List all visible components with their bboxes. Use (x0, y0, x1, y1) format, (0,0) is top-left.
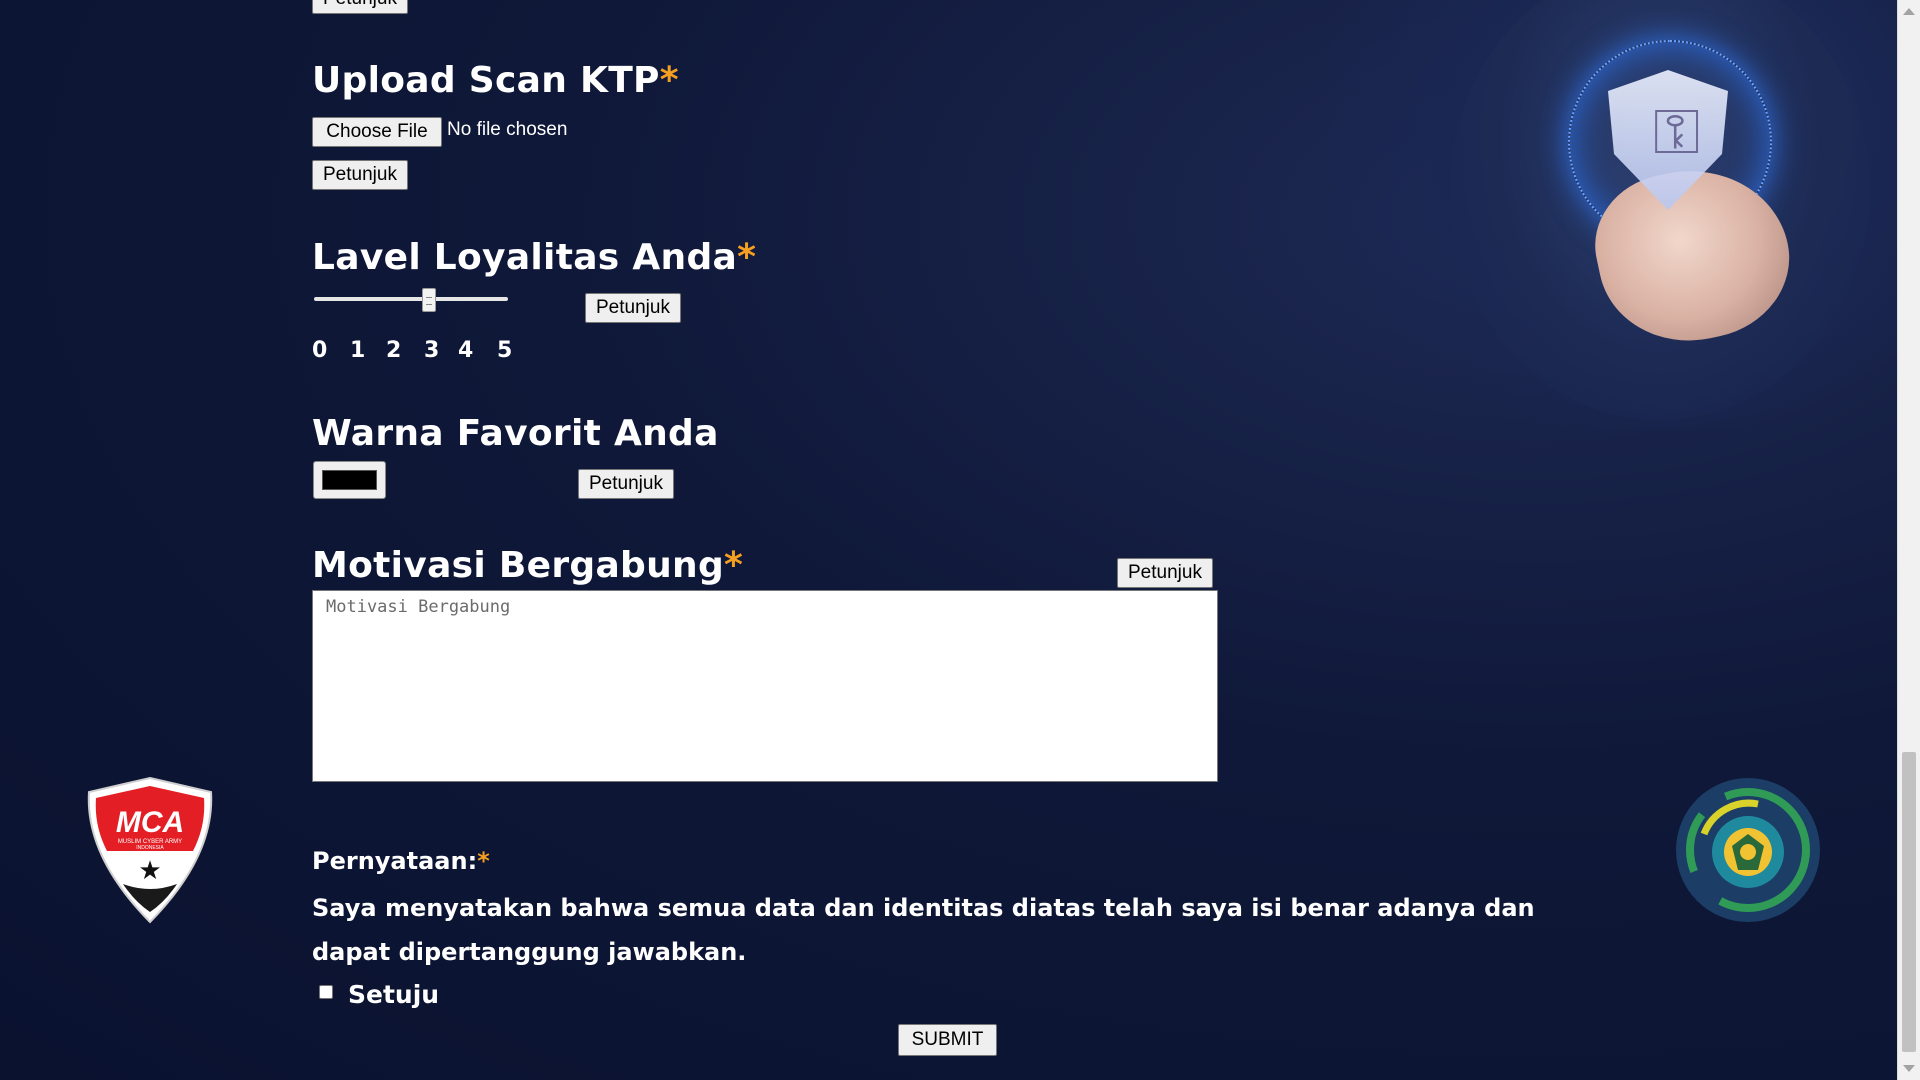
agree-label[interactable]: Setuju (348, 980, 439, 1009)
loyalty-slider[interactable] (314, 288, 508, 312)
required-mark: * (477, 847, 490, 875)
agree-checkbox[interactable] (319, 985, 333, 999)
mca-logo-text: MCA (116, 806, 184, 839)
required-mark: * (659, 60, 679, 101)
required-mark: * (737, 237, 757, 278)
color-swatch (322, 470, 377, 490)
submit-button[interactable]: SUBMIT (898, 1024, 997, 1056)
form-page: Petunjuk Upload Scan KTP* Choose File No… (0, 0, 1920, 1080)
slider-thumb[interactable] (422, 288, 436, 312)
svg-text:★: ★ (138, 856, 161, 886)
required-mark: * (724, 545, 744, 586)
motivation-textarea[interactable] (312, 590, 1218, 782)
mca-logo-subtext2: INDONESIA (136, 845, 164, 851)
loyalty-hint-button[interactable]: Petunjuk (585, 293, 681, 323)
slider-track (314, 297, 508, 301)
statement-text: Saya menyatakan bahwa semua data dan ide… (312, 894, 1535, 966)
scroll-up-arrow-icon[interactable] (1903, 8, 1915, 15)
tick-label: 5 (497, 338, 513, 363)
ktp-title: Upload Scan KTP* (312, 60, 679, 101)
tick-label: 4 (458, 338, 474, 363)
key-icon: ⚿ (1653, 95, 1701, 168)
ktp-hint-button[interactable]: Petunjuk (312, 160, 408, 190)
tick-label: 1 (350, 338, 366, 363)
statement-title: Pernyataan:* (312, 847, 490, 875)
hero-image: ⚿ (1330, 0, 1897, 430)
motivation-title: Motivasi Bergabung* (312, 545, 744, 586)
mca-logo: MCA MUSLIM CYBER ARMY INDONESIA ★ (87, 776, 213, 924)
loyalty-title: Lavel Loyalitas Anda* (312, 237, 757, 278)
tick-label: 2 (386, 338, 402, 363)
top-hint-button[interactable]: Petunjuk (312, 0, 408, 14)
file-status-text: No file chosen (447, 119, 568, 140)
scroll-thumb[interactable] (1902, 752, 1916, 1052)
color-picker[interactable] (313, 461, 386, 499)
scroll-down-arrow-icon[interactable] (1903, 1065, 1915, 1072)
motivation-hint-button[interactable]: Petunjuk (1117, 558, 1213, 588)
color-title: Warna Favorit Anda (312, 413, 719, 454)
tick-label: 0 (312, 338, 328, 363)
choose-file-button[interactable]: Choose File (312, 117, 442, 147)
tick-label: 3 (424, 338, 440, 363)
page-scrollbar[interactable] (1897, 0, 1920, 1080)
university-seal-logo (1676, 778, 1820, 922)
color-hint-button[interactable]: Petunjuk (578, 469, 674, 499)
